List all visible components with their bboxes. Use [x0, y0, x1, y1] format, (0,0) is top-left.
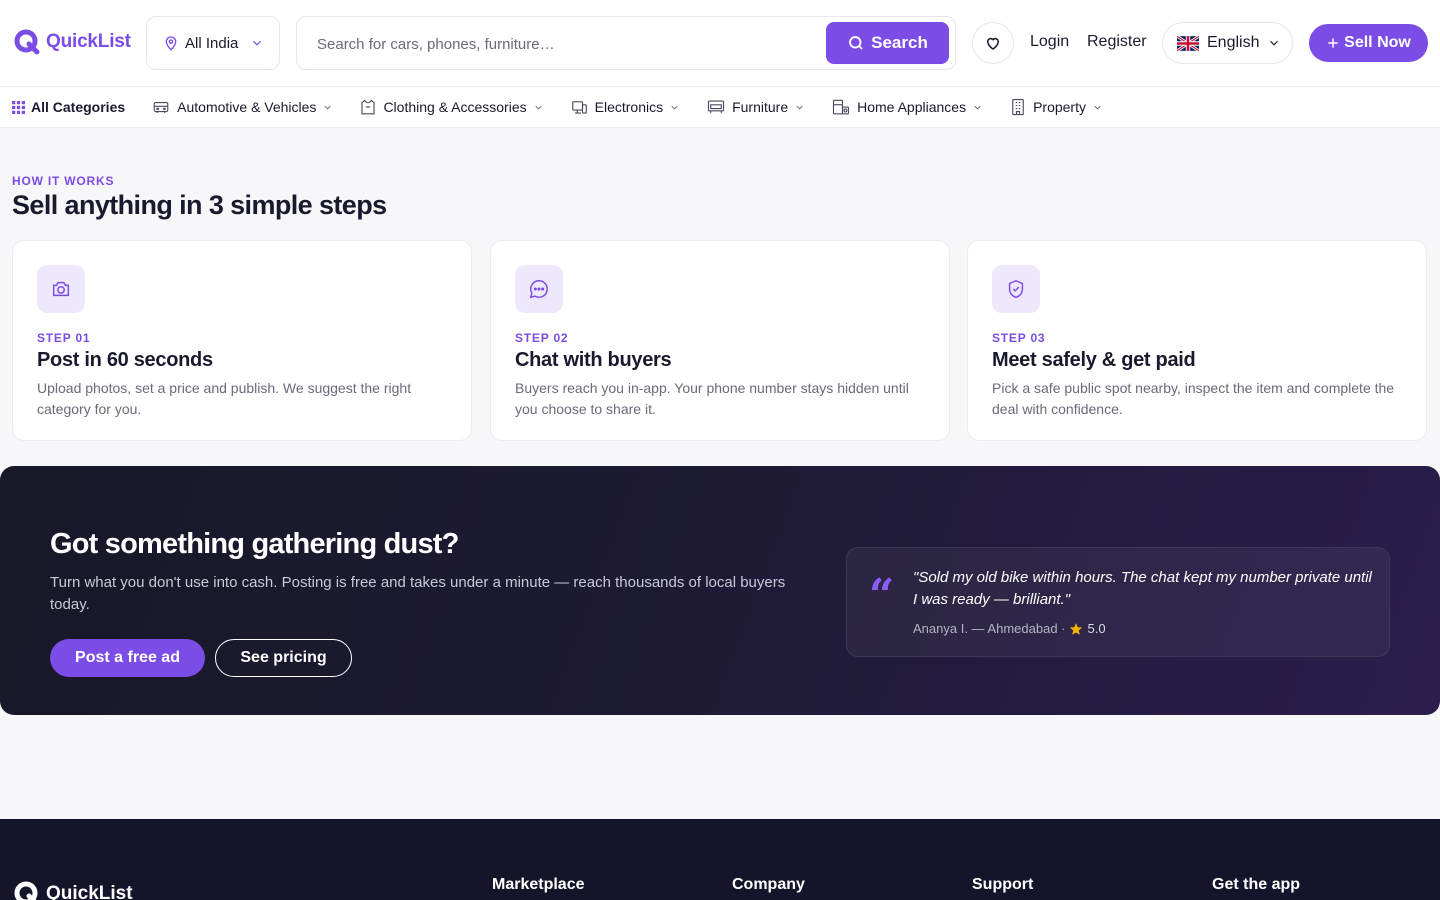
shield-check-icon — [1008, 279, 1024, 299]
heart-icon — [986, 37, 1000, 50]
chat-icon — [529, 280, 548, 299]
step-card-3: STEP 03 Meet safely & get paid Pick a sa… — [967, 240, 1427, 441]
search-bar: Search — [296, 16, 956, 70]
appliance-icon — [833, 99, 850, 115]
chevron-down-icon — [1270, 40, 1279, 46]
register-link[interactable]: Register — [1087, 33, 1147, 51]
camera-icon — [52, 281, 70, 297]
category-furniture[interactable]: Furniture — [706, 98, 805, 116]
category-label: Automotive & Vehicles — [177, 99, 317, 115]
testimonial-rating: 5.0 — [1087, 621, 1106, 636]
see-pricing-button[interactable]: See pricing — [215, 639, 352, 677]
step-title: Chat with buyers — [515, 349, 672, 371]
brand-name: QuickList — [46, 31, 131, 52]
search-input[interactable] — [317, 33, 807, 55]
step-card-1: STEP 01 Post in 60 seconds Upload photos… — [12, 240, 472, 441]
location-label: All India — [185, 34, 239, 52]
category-home-appliances[interactable]: Home Appliances — [831, 98, 983, 116]
step-description: Upload photos, set a price and publish. … — [37, 380, 412, 417]
testimonial-card: “ "Sold my old bike within hours. The ch… — [846, 547, 1390, 657]
step-label: STEP 03 — [992, 331, 1046, 345]
logo-mark-icon — [14, 881, 38, 900]
cta-title: Got something gathering dust? — [50, 528, 459, 560]
shirt-icon — [361, 99, 375, 115]
footer-brand-name: QuickList — [46, 883, 133, 900]
testimonial-author: Ananya I. — Ahmedabad · — [913, 621, 1066, 636]
language-selector[interactable]: English — [1162, 22, 1293, 64]
chevron-down-icon — [535, 105, 542, 110]
chevron-down-icon — [253, 40, 262, 46]
plus-icon — [1328, 38, 1338, 48]
chevron-down-icon — [324, 105, 332, 110]
sell-now-button[interactable]: Sell Now — [1309, 24, 1428, 62]
star-icon — [1070, 622, 1083, 635]
category-clothing[interactable]: Clothing & Accessories — [359, 98, 543, 116]
category-property[interactable]: Property — [1009, 98, 1103, 116]
chevron-down-icon — [974, 105, 981, 110]
quote-mark-icon: “ — [869, 570, 895, 621]
building-icon — [1012, 98, 1024, 116]
cta-banner: Got something gathering dust? Turn what … — [0, 466, 1440, 715]
top-header: QuickList All India Search Login Registe… — [0, 0, 1440, 87]
location-pin-icon — [165, 36, 177, 51]
chevron-down-icon — [796, 105, 803, 110]
search-icon — [849, 36, 863, 50]
how-it-works-eyebrow: HOW IT WORKS — [12, 174, 115, 188]
chevron-down-icon — [671, 105, 678, 110]
step-title: Post in 60 seconds — [37, 349, 213, 371]
category-all[interactable]: All Categories — [12, 99, 125, 115]
car-icon — [153, 101, 169, 113]
category-label: Home Appliances — [857, 99, 967, 115]
step-card-2: STEP 02 Chat with buyers Buyers reach yo… — [490, 240, 950, 441]
favorites-button[interactable] — [972, 22, 1014, 64]
sell-now-label: Sell Now — [1344, 34, 1411, 51]
how-it-works-title: Sell anything in 3 simple steps — [12, 190, 387, 220]
cta-description: Turn what you don't use into cash. Posti… — [50, 574, 786, 613]
step-label: STEP 02 — [515, 331, 569, 345]
step-icon-box — [37, 265, 85, 313]
brand-logo[interactable]: QuickList — [14, 29, 131, 55]
step-title: Meet safely & get paid — [992, 349, 1196, 371]
footer-heading-company: Company — [732, 876, 805, 893]
testimonial-quote: "Sold my old bike within hours. The chat… — [913, 569, 1372, 608]
footer: QuickList Marketplace Company Support Ge… — [0, 819, 1440, 900]
footer-logo[interactable]: QuickList — [14, 881, 133, 900]
post-free-ad-button[interactable]: Post a free ad — [50, 639, 205, 677]
category-label: Furniture — [732, 99, 789, 115]
uk-flag-icon — [1177, 35, 1199, 51]
category-automotive[interactable]: Automotive & Vehicles — [151, 98, 333, 116]
location-selector[interactable]: All India — [146, 16, 280, 70]
category-label: Electronics — [594, 99, 664, 115]
search-button-label: Search — [871, 33, 928, 52]
step-icon-box — [515, 265, 563, 313]
category-label: Property — [1033, 99, 1086, 115]
device-icon — [571, 101, 587, 114]
category-label: Clothing & Accessories — [383, 99, 527, 115]
footer-heading-support: Support — [972, 876, 1034, 893]
category-nav: All Categories Automotive & Vehicles Clo… — [0, 87, 1440, 128]
step-description: Pick a safe public spot nearby, inspect … — [992, 380, 1395, 417]
logo-mark-icon — [14, 29, 40, 55]
step-description: Buyers reach you in-app. Your phone numb… — [515, 380, 909, 417]
search-button[interactable]: Search — [826, 22, 949, 64]
footer-heading-app: Get the app — [1212, 876, 1301, 893]
step-label: STEP 01 — [37, 331, 91, 345]
language-label: English — [1207, 34, 1260, 51]
login-link[interactable]: Login — [1030, 33, 1069, 51]
testimonial-meta: Ananya I. — Ahmedabad · 5.0 — [913, 621, 1106, 636]
category-electronics[interactable]: Electronics — [570, 98, 680, 116]
step-icon-box — [992, 265, 1040, 313]
grid-icon — [12, 100, 25, 114]
sofa-icon — [708, 100, 725, 113]
footer-heading-marketplace: Marketplace — [492, 876, 585, 893]
chevron-down-icon — [1094, 105, 1101, 110]
category-label: All Categories — [31, 99, 126, 115]
